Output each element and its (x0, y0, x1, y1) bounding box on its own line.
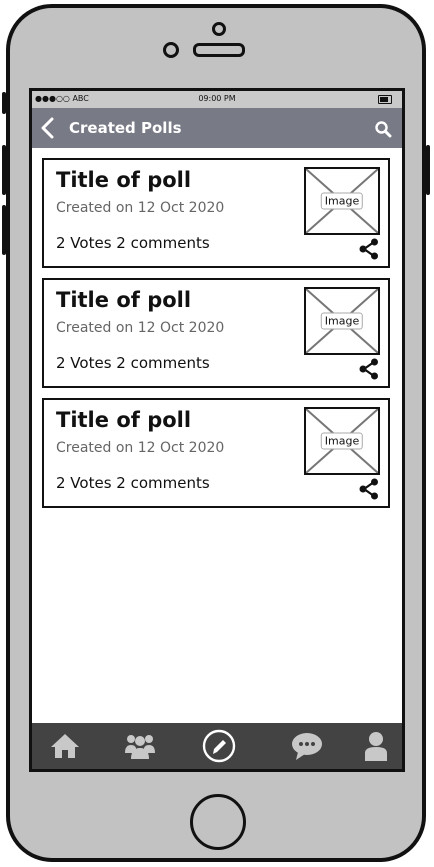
image-label: Image (320, 312, 364, 330)
power-button (426, 145, 430, 195)
poll-stats: 2 Votes 2 comments (56, 474, 210, 492)
people-icon[interactable] (123, 729, 157, 763)
edit-icon[interactable] (202, 729, 236, 763)
share-icon[interactable] (358, 478, 380, 500)
volume-down-button (2, 205, 6, 255)
profile-icon[interactable] (359, 729, 393, 763)
screen: ●●●○○ ABC 09:00 PM Created Polls Title o… (29, 88, 405, 772)
battery-icon (378, 95, 392, 104)
poll-image-placeholder: Image (304, 407, 380, 475)
poll-created-date: Created on 12 Oct 2020 (56, 200, 225, 216)
header-bar: Created Polls (32, 108, 402, 148)
poll-stats: 2 Votes 2 comments (56, 234, 210, 252)
mute-switch (2, 92, 6, 114)
image-label: Image (320, 192, 364, 210)
image-label: Image (320, 432, 364, 450)
poll-image-placeholder: Image (304, 167, 380, 235)
clock-label: 09:00 PM (198, 94, 236, 103)
volume-up-button (2, 145, 6, 195)
back-chevron-icon[interactable] (38, 116, 58, 140)
home-icon[interactable] (48, 729, 82, 763)
poll-title: Title of poll (56, 168, 192, 192)
search-icon[interactable] (374, 120, 392, 138)
chat-icon[interactable] (290, 729, 324, 763)
poll-image-placeholder: Image (304, 287, 380, 355)
proximity-sensor (212, 22, 226, 36)
poll-title: Title of poll (56, 408, 192, 432)
poll-card[interactable]: Title of poll Created on 12 Oct 2020 2 V… (42, 278, 390, 388)
front-camera (163, 42, 179, 58)
poll-created-date: Created on 12 Oct 2020 (56, 320, 225, 336)
share-icon[interactable] (358, 358, 380, 380)
poll-created-date: Created on 12 Oct 2020 (56, 440, 225, 456)
tab-bar (32, 723, 402, 769)
home-button[interactable] (190, 794, 246, 850)
poll-title: Title of poll (56, 288, 192, 312)
page-title: Created Polls (69, 119, 182, 137)
poll-card[interactable]: Title of poll Created on 12 Oct 2020 2 V… (42, 398, 390, 508)
share-icon[interactable] (358, 238, 380, 260)
earpiece-speaker (193, 43, 245, 57)
poll-card[interactable]: Title of poll Created on 12 Oct 2020 2 V… (42, 158, 390, 268)
poll-stats: 2 Votes 2 comments (56, 354, 210, 372)
status-bar: ●●●○○ ABC 09:00 PM (32, 91, 402, 108)
